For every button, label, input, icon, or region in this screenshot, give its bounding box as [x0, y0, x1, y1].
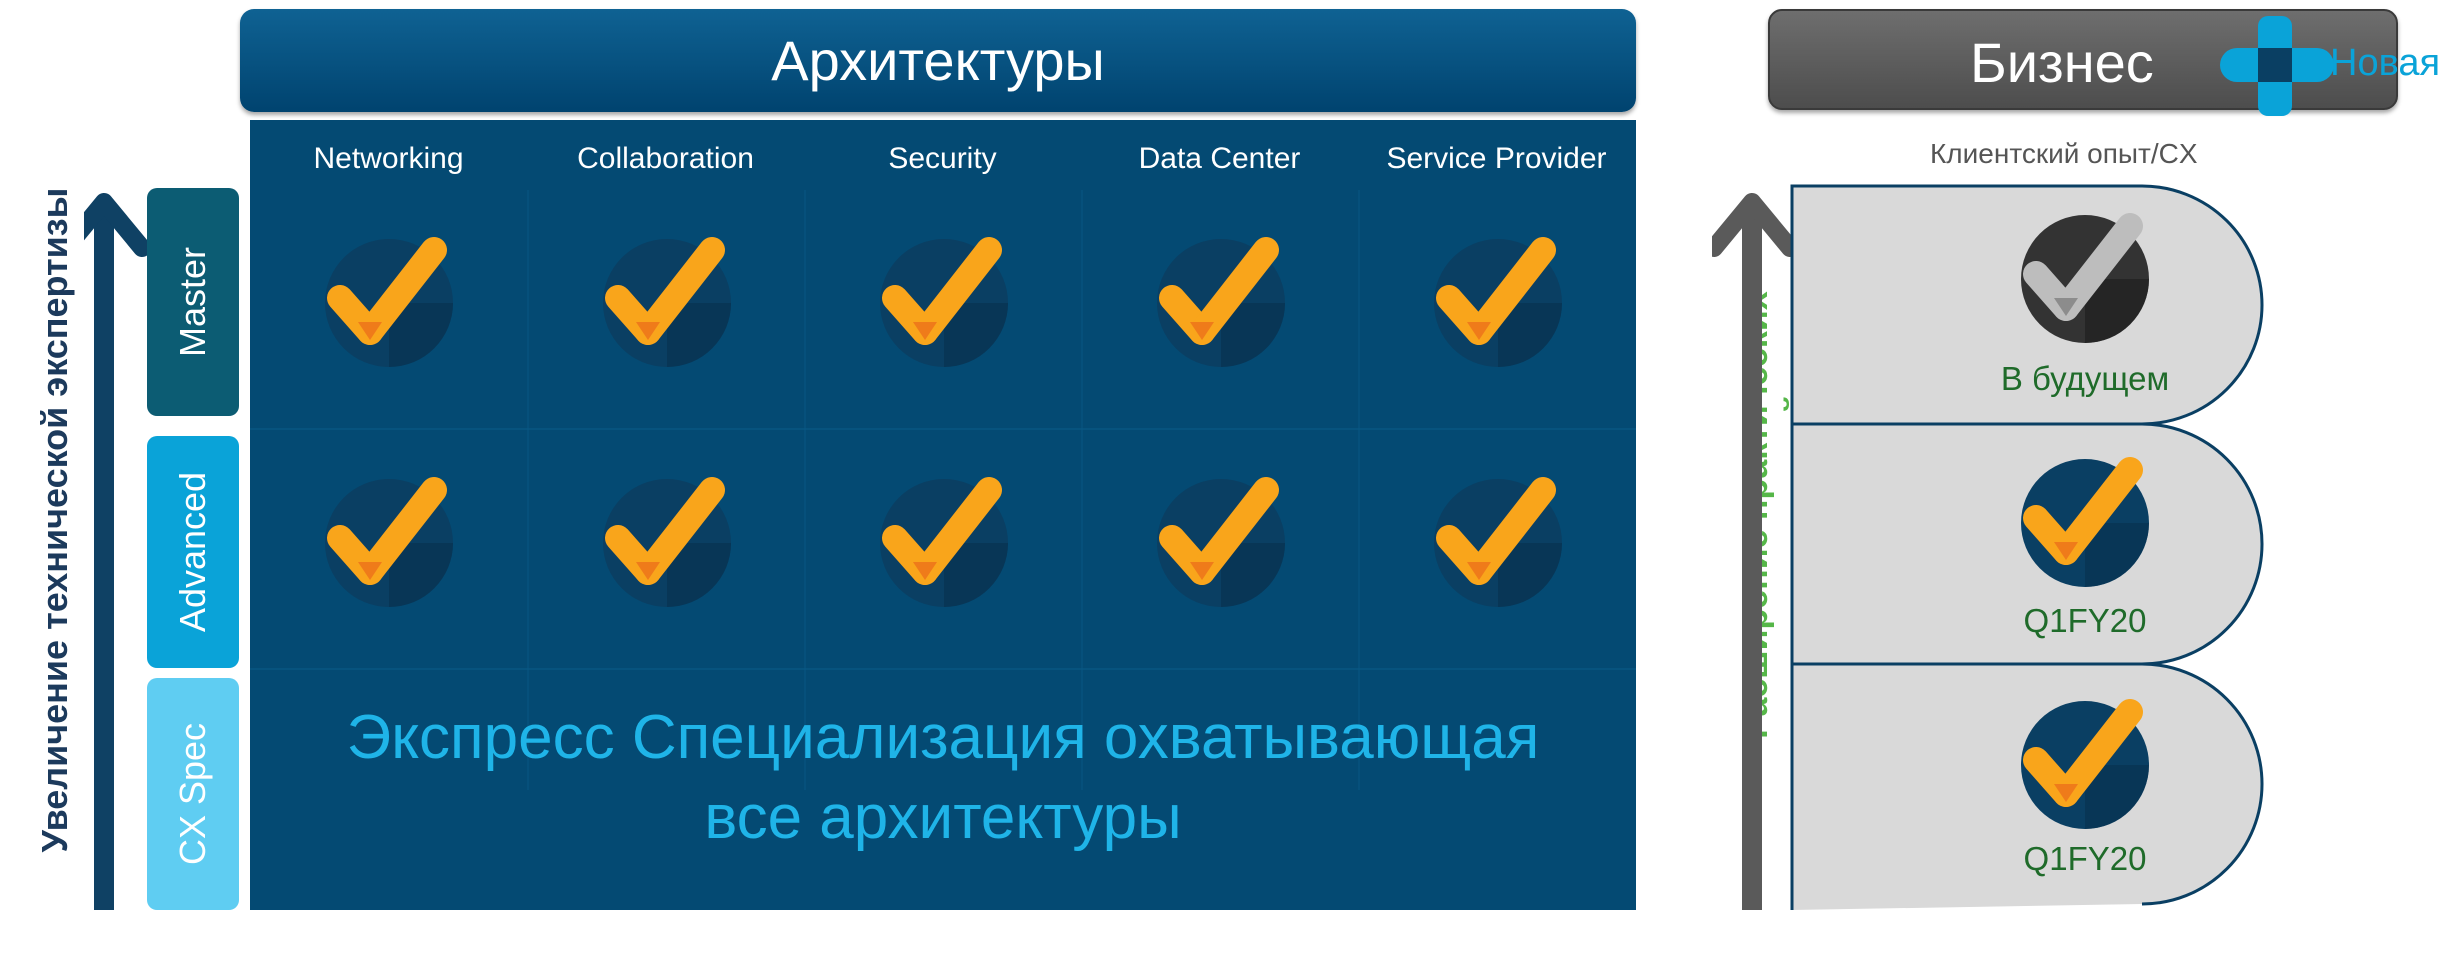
business-status-2: Q1FY20: [2023, 602, 2147, 639]
business-status-3: Q1FY20: [2023, 840, 2147, 877]
cx-caption: Клиентский опыт/CX: [1930, 138, 2198, 169]
check-orange-icon: [600, 236, 734, 370]
left-axis-label: Увеличение технической экспертизы: [34, 187, 75, 853]
level-master-label: Master: [172, 246, 213, 358]
check-orange-icon: [600, 476, 734, 610]
express-text-line1: Экспресс Специализация охватывающая: [346, 703, 1540, 772]
level-master: Master: [147, 188, 239, 416]
check-orange-icon: [877, 476, 1011, 610]
business-title: Бизнес: [1970, 31, 2154, 94]
row-divider: [250, 668, 1636, 670]
check-orange-icon: [2018, 698, 2152, 832]
check-orange-icon: [322, 476, 456, 610]
check-orange-icon: [2018, 456, 2152, 590]
level-advanced-label: Advanced: [172, 471, 213, 633]
express-text-line2: все архитектуры: [704, 783, 1182, 852]
right-axis-arrow: [1712, 193, 1792, 910]
new-label: Новая: [2330, 42, 2441, 84]
check-orange-icon: [1431, 236, 1565, 370]
column-networking: Networking: [313, 142, 464, 175]
column-collaboration: Collaboration: [577, 142, 754, 175]
column-service-provider: Service Provider: [1386, 142, 1607, 175]
plus-icon: [2220, 16, 2334, 116]
level-cx-spec: CX Spec: [147, 678, 239, 910]
level-advanced: Advanced: [147, 436, 239, 668]
check-orange-icon: [1154, 236, 1288, 370]
column-data-center: Data Center: [1138, 142, 1301, 175]
level-cx-spec-label: CX Spec: [172, 722, 213, 866]
check-orange-icon: [1431, 476, 1565, 610]
row-divider: [250, 428, 1636, 430]
column-security: Security: [888, 142, 997, 175]
check-orange-icon: [322, 236, 456, 370]
check-orange-icon: [877, 236, 1011, 370]
check-orange-icon: [1154, 476, 1288, 610]
express-specialization-text: Экспресс Специализация охватывающая все …: [250, 698, 1636, 858]
business-status-1: В будущем: [2000, 360, 2170, 397]
check-gray-icon: [2018, 212, 2152, 346]
architectures-header: Архитектуры: [240, 9, 1636, 112]
